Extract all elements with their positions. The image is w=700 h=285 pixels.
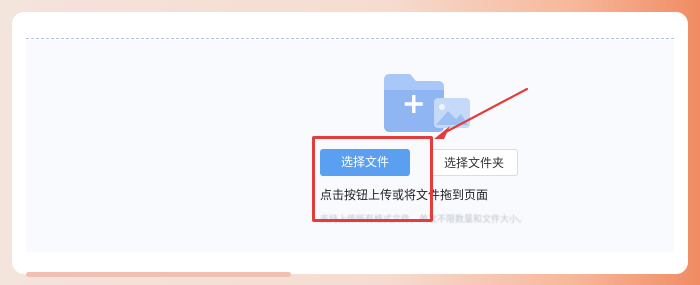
annotation-highlight-box xyxy=(312,136,433,222)
select-folder-button[interactable]: 选择文件夹 xyxy=(430,149,518,176)
annotation-arrow xyxy=(434,87,529,139)
scroll-indicator xyxy=(26,272,291,277)
divider xyxy=(26,38,674,39)
